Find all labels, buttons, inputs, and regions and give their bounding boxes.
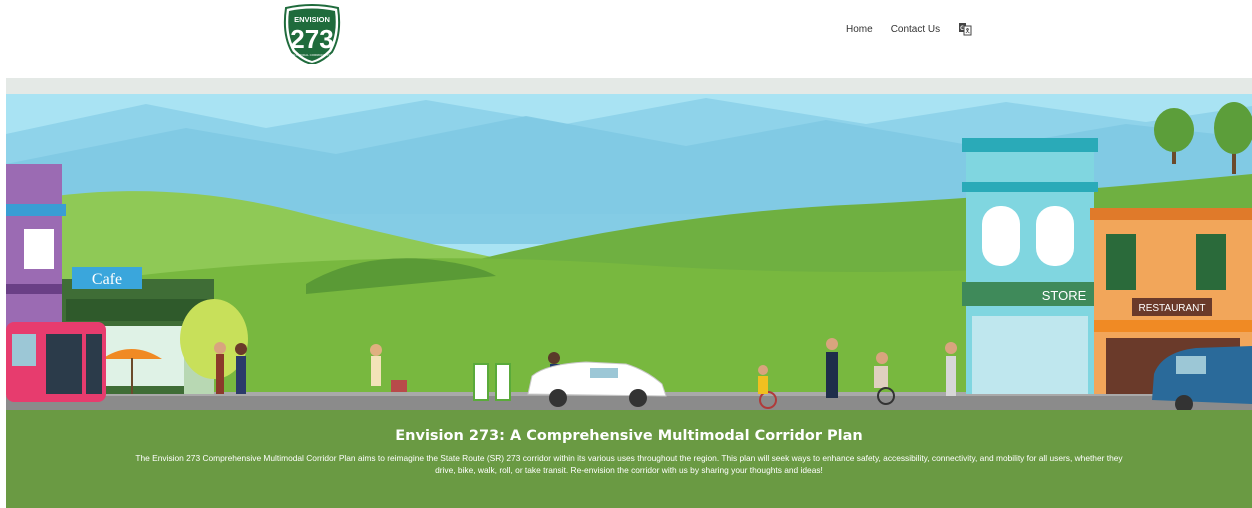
store-sign: STORE [1042, 288, 1087, 303]
hero-top-band [6, 78, 1252, 94]
logo-bottom-text: MULTIMODAL CORRIDOR PLAN [289, 53, 334, 57]
intro-body: The Envision 273 Comprehensive Multimoda… [135, 453, 1123, 475]
intro-title: Envision 273: A Comprehensive Multimodal… [395, 428, 863, 444]
restaurant-sign: RESTAURANT [1138, 303, 1205, 314]
hero-illustration: Cafe STORE RESTAURANT [6, 94, 1252, 414]
envision-273-logo[interactable]: ENVISION 273 MULTIMODAL CORRIDOR PLAN [280, 4, 344, 64]
logo-top-text: ENVISION [294, 15, 330, 24]
main-nav: Home Contact Us G [846, 22, 972, 36]
intro-section: Envision 273: A Comprehensive Multimodal… [6, 414, 1252, 508]
nav-contact-link[interactable]: Contact Us [891, 24, 940, 35]
nav-home-link[interactable]: Home [846, 24, 873, 35]
translate-icon[interactable]: G [958, 22, 972, 36]
logo-number: 273 [290, 24, 333, 54]
site-header: ENVISION 273 MULTIMODAL CORRIDOR PLAN Ho… [0, 0, 1252, 78]
cafe-sign: Cafe [92, 271, 122, 288]
